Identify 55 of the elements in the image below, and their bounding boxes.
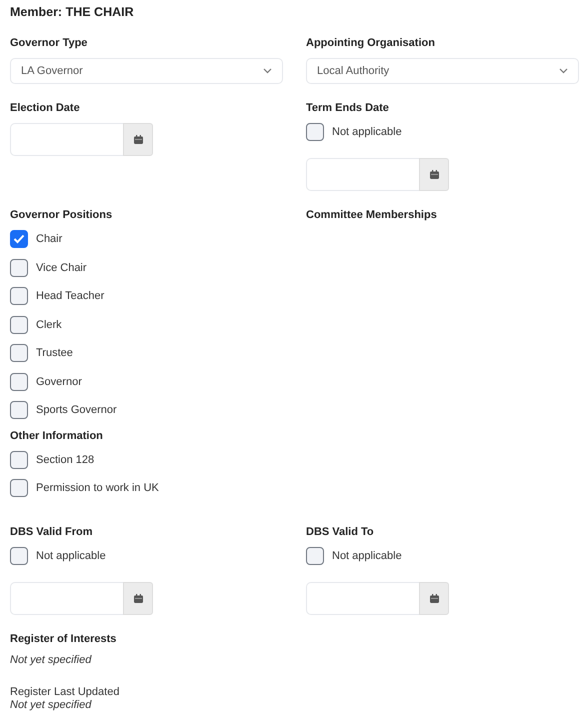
- field-label: Committee Memberships: [306, 209, 438, 222]
- checkbox[interactable]: [10, 344, 28, 362]
- checkbox-label: Sports Governor: [36, 404, 117, 416]
- checkbox-label: Chair: [36, 233, 62, 245]
- appointing-organisation-select[interactable]: Local Authority: [306, 58, 579, 84]
- register-updated-label: Register Last Updated: [10, 686, 120, 698]
- date-input[interactable]: [10, 582, 123, 614]
- checkbox[interactable]: [10, 258, 28, 276]
- checkbox-label: Clerk: [36, 318, 62, 330]
- calendar-button[interactable]: [123, 582, 153, 614]
- calendar-button[interactable]: [419, 582, 449, 614]
- checkbox-label: Trustee: [36, 347, 73, 359]
- field-label: Governor Type: [10, 37, 88, 50]
- field-label: Election Date: [10, 102, 81, 115]
- checkbox[interactable]: [10, 230, 28, 248]
- checkbox[interactable]: [10, 372, 28, 390]
- checkbox-label: Vice Chair: [36, 262, 87, 274]
- checkbox-label: Not applicable: [332, 126, 402, 138]
- checkbox[interactable]: [10, 316, 28, 334]
- checkbox[interactable]: [10, 546, 28, 564]
- governor-type-select[interactable]: LA Governor: [10, 58, 283, 84]
- checkbox[interactable]: [10, 479, 28, 497]
- calendar-icon: [134, 135, 142, 144]
- field-label: Term Ends Date: [306, 102, 390, 115]
- register-value: Not yet specified: [10, 654, 93, 666]
- checkbox-label: Not applicable: [36, 550, 106, 562]
- checkbox[interactable]: [306, 546, 324, 564]
- register-updated-value: Not yet specified: [10, 698, 93, 710]
- calendar-icon: [430, 170, 438, 179]
- member-title: Member: THE CHAIR: [10, 5, 135, 19]
- calendar-icon: [134, 594, 142, 602]
- calendar-button[interactable]: [123, 123, 153, 156]
- checkbox[interactable]: [10, 287, 28, 305]
- chevron-down-icon: [559, 68, 568, 74]
- calendar-button[interactable]: [419, 158, 449, 191]
- checkbox-label: Section 128: [36, 454, 94, 466]
- checkbox-label: Permission to work in UK: [36, 482, 159, 494]
- checkbox-label: Governor: [36, 376, 82, 388]
- checkbox[interactable]: [10, 450, 28, 468]
- checkbox-label: Not applicable: [332, 550, 402, 562]
- checkbox[interactable]: [10, 401, 28, 419]
- date-input[interactable]: [10, 123, 123, 156]
- checkbox-label: Head Teacher: [36, 290, 104, 302]
- field-label: DBS Valid To: [306, 526, 375, 538]
- checkbox[interactable]: [306, 123, 324, 141]
- chevron-down-icon: [263, 68, 272, 74]
- date-input[interactable]: [306, 158, 419, 191]
- calendar-icon: [430, 594, 438, 602]
- section-label: Register of Interests: [10, 632, 118, 646]
- field-label: Appointing Organisation: [306, 37, 436, 50]
- field-label: DBS Valid From: [10, 526, 94, 538]
- date-input[interactable]: [306, 582, 419, 614]
- section-label: Other Information: [10, 430, 104, 442]
- field-label: Governor Positions: [10, 209, 114, 222]
- check-icon: [13, 234, 25, 244]
